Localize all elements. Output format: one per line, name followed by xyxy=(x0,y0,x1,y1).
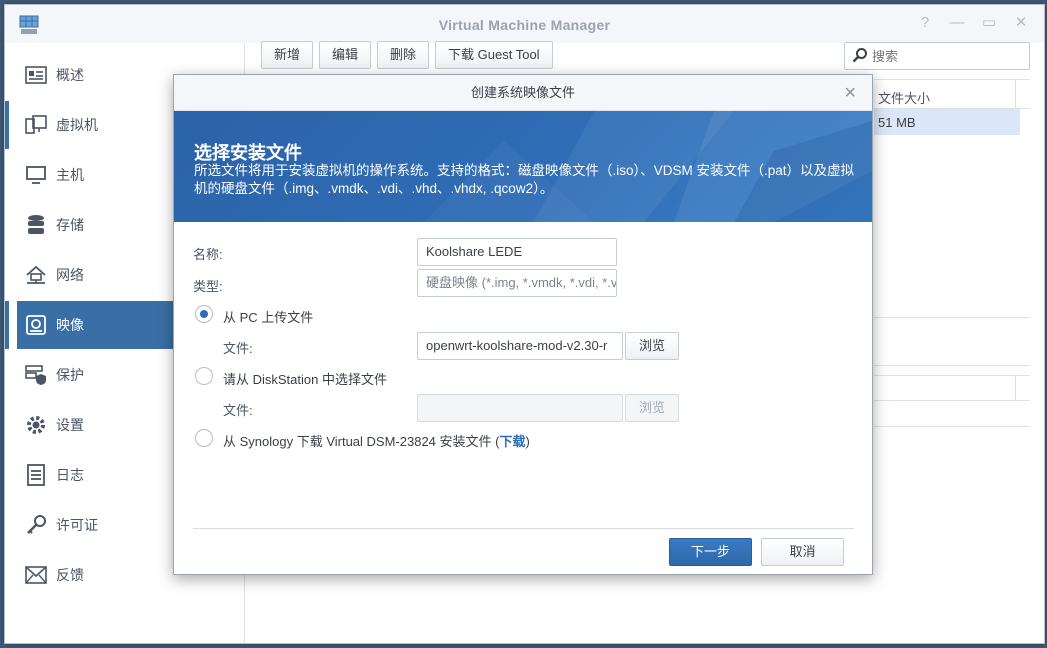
table-row[interactable]: 51 MB xyxy=(874,109,1020,135)
sidebar-item-label: 反馈 xyxy=(56,567,84,583)
search-icon xyxy=(852,47,872,66)
select-from-diskstation-label[interactable]: 请从 DiskStation 中选择文件 xyxy=(223,369,387,388)
storage-icon xyxy=(24,213,48,237)
delete-button[interactable]: 删除 xyxy=(377,41,430,69)
sidebar-item-label: 许可证 xyxy=(56,517,98,533)
select-from-diskstation-radio[interactable] xyxy=(195,367,213,385)
ds-file-field[interactable] xyxy=(417,394,623,422)
dialog-title: 创建系统映像文件 xyxy=(470,85,575,100)
pc-file-field[interactable]: openwrt-koolshare-mod-v2.30-r xyxy=(417,332,623,360)
ds-browse-button[interactable]: 浏览 xyxy=(625,394,679,422)
host-icon xyxy=(24,163,48,187)
title-bar[interactable]: Virtual Machine Manager ? — ▭ ✕ xyxy=(5,5,1044,43)
lower-table-header xyxy=(874,375,1030,401)
table-cell-size: 51 MB xyxy=(878,115,916,130)
footer-divider xyxy=(193,528,854,529)
synology-option-suffix: ) xyxy=(525,434,530,449)
type-field[interactable]: 硬盘映像 (*.img, *.vmdk, *.vdi, *.vhd, *.vhd… xyxy=(417,269,617,297)
download-from-synology-label[interactable]: 从 Synology 下载 Virtual DSM-23824 安装文件 (下载… xyxy=(223,431,530,450)
next-button[interactable]: 下一步 xyxy=(669,538,752,566)
settings-icon xyxy=(24,413,48,437)
search-box[interactable] xyxy=(844,42,1030,70)
ds-file-label: 文件: xyxy=(223,403,253,418)
protection-icon xyxy=(24,363,48,387)
sidebar-item-label: 主机 xyxy=(56,167,84,183)
column-divider xyxy=(1015,375,1016,401)
dialog-title-bar[interactable]: 创建系统映像文件 xyxy=(174,75,872,111)
upload-from-pc-label[interactable]: 从 PC 上传文件 xyxy=(223,307,313,326)
virtual-machine-icon xyxy=(24,113,48,137)
search-input[interactable] xyxy=(872,48,1022,64)
upload-from-pc-radio[interactable] xyxy=(195,305,213,323)
pc-file-label: 文件: xyxy=(223,341,253,356)
sidebar-item-label: 设置 xyxy=(56,417,84,433)
network-icon xyxy=(24,263,48,287)
feedback-mail-icon xyxy=(24,563,48,587)
help-icon[interactable]: ? xyxy=(916,14,934,32)
name-field[interactable]: Koolshare LEDE xyxy=(417,238,617,266)
overview-icon xyxy=(24,63,48,87)
nav-indicator-vm xyxy=(5,101,9,149)
panel-divider xyxy=(874,317,1030,318)
sidebar-item-label: 虚拟机 xyxy=(56,117,98,133)
column-header-size[interactable]: 文件大小 xyxy=(874,79,1030,109)
column-header-label: 文件大小 xyxy=(878,91,931,106)
close-icon[interactable]: × xyxy=(844,83,856,103)
window-title: Virtual Machine Manager xyxy=(438,17,611,33)
name-label: 名称: xyxy=(193,247,223,262)
sidebar-item-label: 映像 xyxy=(56,317,84,333)
sidebar-item-label: 保护 xyxy=(56,367,84,383)
license-key-icon xyxy=(24,513,48,537)
lower-table-row xyxy=(874,401,1030,427)
synology-option-text: 从 Synology 下载 Virtual DSM-23824 安装文件 ( xyxy=(223,434,500,449)
download-link[interactable]: 下载 xyxy=(499,434,525,449)
toolbar: 新增 编辑 删除 下载 Guest Tool xyxy=(261,41,553,69)
download-guest-tool-button[interactable]: 下载 Guest Tool xyxy=(435,41,553,69)
panel-divider xyxy=(874,365,1030,366)
column-divider xyxy=(1015,79,1016,109)
sidebar-item-label: 日志 xyxy=(56,467,84,483)
create-image-dialog: 创建系统映像文件 × 选择安装文件 所选文件将用于安装虚拟机的操作系统。支持的格… xyxy=(173,74,873,575)
pc-browse-button[interactable]: 浏览 xyxy=(625,332,679,360)
edit-button[interactable]: 编辑 xyxy=(319,41,372,69)
sidebar-item-label: 网络 xyxy=(56,267,84,283)
banner-description: 所选文件将用于安装虚拟机的操作系统。支持的格式：磁盘映像文件（.iso）、VDS… xyxy=(194,163,855,196)
dialog-banner: 选择安装文件 所选文件将用于安装虚拟机的操作系统。支持的格式：磁盘映像文件（.i… xyxy=(174,111,872,222)
minimize-icon[interactable]: — xyxy=(948,14,966,32)
type-label: 类型: xyxy=(193,279,223,294)
close-window-icon[interactable]: ✕ xyxy=(1012,14,1030,32)
new-button[interactable]: 新增 xyxy=(261,41,314,69)
log-icon xyxy=(24,463,48,487)
nav-indicator-image xyxy=(5,301,9,349)
image-icon xyxy=(24,313,48,337)
download-from-synology-radio[interactable] xyxy=(195,429,213,447)
cancel-button[interactable]: 取消 xyxy=(761,538,844,566)
sidebar-item-label: 概述 xyxy=(56,67,84,83)
maximize-icon[interactable]: ▭ xyxy=(980,14,998,32)
sidebar-item-label: 存储 xyxy=(56,217,84,233)
